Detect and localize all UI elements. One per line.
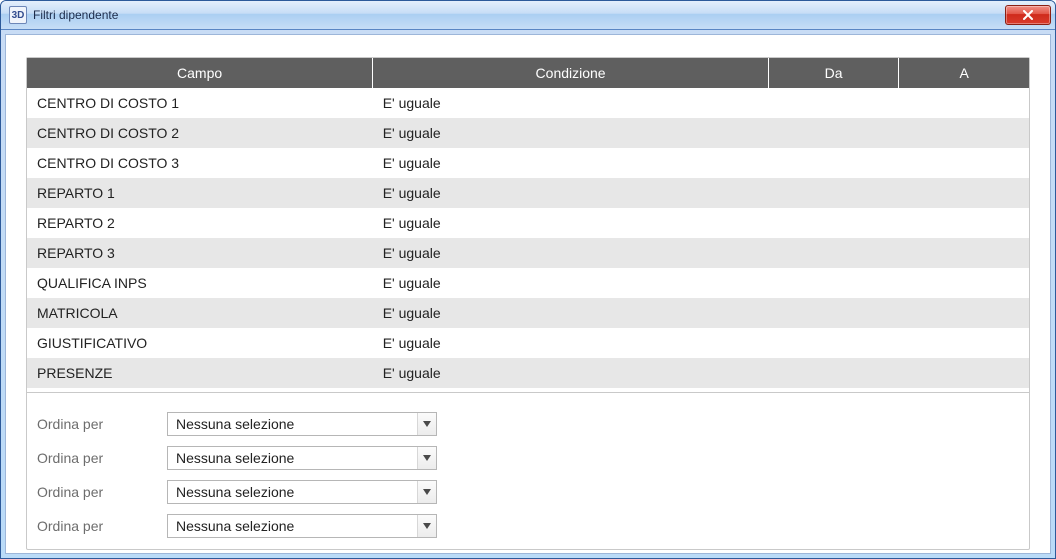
cell-condizione[interactable]: E' uguale (373, 358, 769, 388)
cell-a[interactable] (899, 358, 1029, 388)
sort-select[interactable]: Nessuna selezione (167, 446, 437, 470)
sort-row: Ordina perNessuna selezione (37, 441, 1019, 475)
cell-campo[interactable]: REPARTO 2 (27, 208, 373, 238)
close-icon (1023, 8, 1033, 23)
client-area: Campo Condizione Da A CENTRO DI COSTO 1E… (5, 34, 1051, 554)
cell-campo[interactable]: CENTRO DI COSTO 2 (27, 118, 373, 148)
sort-select[interactable]: Nessuna selezione (167, 412, 437, 436)
sort-row: Ordina perNessuna selezione (37, 475, 1019, 509)
app-icon: 3D (9, 6, 27, 24)
table-row[interactable]: QUALIFICA INPSE' uguale (27, 268, 1029, 298)
sort-select-value: Nessuna selezione (168, 450, 417, 466)
cell-a[interactable] (899, 328, 1029, 358)
col-header-campo[interactable]: Campo (27, 58, 373, 88)
cell-a[interactable] (899, 238, 1029, 268)
table-row[interactable]: MATRICOLAE' uguale (27, 298, 1029, 328)
sort-label: Ordina per (37, 484, 167, 500)
table-row[interactable]: PRESENZEE' uguale (27, 358, 1029, 388)
cell-da[interactable] (768, 328, 898, 358)
table-row[interactable]: CENTRO DI COSTO 3E' uguale (27, 148, 1029, 178)
table-row[interactable]: REPARTO 1E' uguale (27, 178, 1029, 208)
cell-campo[interactable]: PRESENZE (27, 358, 373, 388)
cell-campo[interactable]: REPARTO 1 (27, 178, 373, 208)
cell-da[interactable] (768, 148, 898, 178)
col-header-da[interactable]: Da (768, 58, 898, 88)
col-header-condizione[interactable]: Condizione (373, 58, 769, 88)
cell-condizione[interactable]: E' uguale (373, 148, 769, 178)
chevron-down-icon[interactable] (417, 447, 436, 469)
sort-label: Ordina per (37, 450, 167, 466)
cell-a[interactable] (899, 148, 1029, 178)
cell-da[interactable] (768, 178, 898, 208)
sort-select-value: Nessuna selezione (168, 416, 417, 432)
cell-da[interactable] (768, 208, 898, 238)
cell-condizione[interactable]: E' uguale (373, 88, 769, 118)
cell-condizione[interactable]: E' uguale (373, 268, 769, 298)
cell-a[interactable] (899, 178, 1029, 208)
table-row[interactable]: REPARTO 3E' uguale (27, 238, 1029, 268)
cell-a[interactable] (899, 208, 1029, 238)
cell-campo[interactable]: CENTRO DI COSTO 1 (27, 88, 373, 118)
table-header-row: Campo Condizione Da A (27, 58, 1029, 88)
col-header-a[interactable]: A (899, 58, 1029, 88)
cell-a[interactable] (899, 268, 1029, 298)
cell-condizione[interactable]: E' uguale (373, 328, 769, 358)
cell-condizione[interactable]: E' uguale (373, 238, 769, 268)
sort-row: Ordina perNessuna selezione (37, 509, 1019, 543)
cell-condizione[interactable]: E' uguale (373, 178, 769, 208)
sort-select[interactable]: Nessuna selezione (167, 514, 437, 538)
sort-row: Ordina perNessuna selezione (37, 407, 1019, 441)
cell-da[interactable] (768, 88, 898, 118)
cell-campo[interactable]: MATRICOLA (27, 298, 373, 328)
cell-campo[interactable]: QUALIFICA INPS (27, 268, 373, 298)
cell-da[interactable] (768, 268, 898, 298)
cell-da[interactable] (768, 358, 898, 388)
table-row[interactable]: CENTRO DI COSTO 1E' uguale (27, 88, 1029, 118)
filters-panel: Campo Condizione Da A CENTRO DI COSTO 1E… (26, 57, 1030, 550)
sort-select-value: Nessuna selezione (168, 518, 417, 534)
cell-condizione[interactable]: E' uguale (373, 118, 769, 148)
sort-label: Ordina per (37, 518, 167, 534)
cell-da[interactable] (768, 118, 898, 148)
table-row[interactable]: REPARTO 2E' uguale (27, 208, 1029, 238)
cell-a[interactable] (899, 88, 1029, 118)
cell-condizione[interactable]: E' uguale (373, 208, 769, 238)
sort-select[interactable]: Nessuna selezione (167, 480, 437, 504)
window-title: Filtri dipendente (33, 8, 1005, 22)
cell-campo[interactable]: GIUSTIFICATIVO (27, 328, 373, 358)
chevron-down-icon[interactable] (417, 413, 436, 435)
cell-a[interactable] (899, 298, 1029, 328)
titlebar[interactable]: 3D Filtri dipendente (1, 1, 1055, 30)
cell-condizione[interactable]: E' uguale (373, 298, 769, 328)
panel-separator (27, 392, 1029, 407)
sort-label: Ordina per (37, 416, 167, 432)
table-row[interactable]: CENTRO DI COSTO 2E' uguale (27, 118, 1029, 148)
chevron-down-icon[interactable] (417, 515, 436, 537)
window-frame: 3D Filtri dipendente Campo (0, 0, 1056, 559)
filters-table: Campo Condizione Da A CENTRO DI COSTO 1E… (27, 58, 1029, 388)
cell-campo[interactable]: CENTRO DI COSTO 3 (27, 148, 373, 178)
sort-select-value: Nessuna selezione (168, 484, 417, 500)
cell-a[interactable] (899, 118, 1029, 148)
cell-da[interactable] (768, 238, 898, 268)
close-button[interactable] (1005, 5, 1051, 25)
chevron-down-icon[interactable] (417, 481, 436, 503)
cell-da[interactable] (768, 298, 898, 328)
table-row[interactable]: GIUSTIFICATIVOE' uguale (27, 328, 1029, 358)
sort-area: Ordina perNessuna selezioneOrdina perNes… (27, 407, 1029, 549)
cell-campo[interactable]: REPARTO 3 (27, 238, 373, 268)
